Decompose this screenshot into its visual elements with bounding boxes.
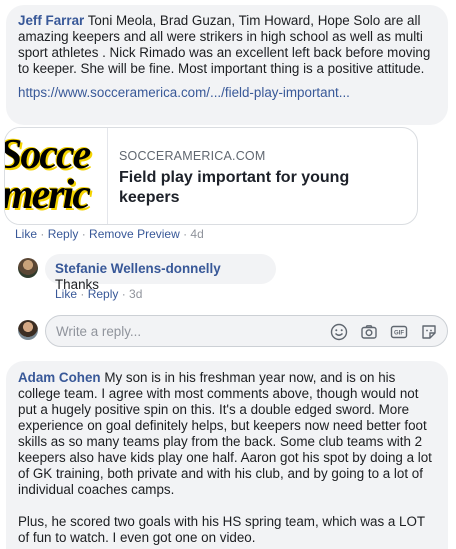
remove-preview-link[interactable]: Remove Preview: [89, 227, 180, 241]
comment-author[interactable]: Stefanie Wellens-donnelly: [55, 261, 221, 276]
separator: ·: [118, 287, 130, 301]
comment-author[interactable]: Jeff Farrar: [18, 13, 84, 28]
comment-bubble: Jeff Farrar Toni Meola, Brad Guzan, Tim …: [6, 5, 448, 125]
reply-input[interactable]: Write a reply... GIF: [45, 315, 448, 347]
separator: ·: [179, 227, 191, 241]
comment-bubble: Adam Cohen My son is in his freshman yea…: [6, 361, 448, 549]
preview-title[interactable]: Field play important for young keepers: [119, 168, 409, 208]
like-link[interactable]: Like: [15, 227, 37, 241]
sticker-icon[interactable]: [419, 322, 439, 342]
thumbnail-logo-line2: meric: [5, 172, 91, 218]
comment-text: My son is in his freshman year now, and …: [18, 370, 432, 497]
gif-label: GIF: [394, 331, 404, 337]
camera-icon[interactable]: [359, 322, 379, 342]
timestamp[interactable]: 4d: [190, 227, 203, 241]
reply-link[interactable]: Reply: [48, 227, 79, 241]
separator: ·: [37, 227, 48, 241]
comment-paragraph: Adam Cohen My son is in his freshman yea…: [18, 370, 436, 498]
comment-actions: Like · Reply · Remove Preview · 4d: [15, 227, 204, 241]
reply-placeholder: Write a reply...: [56, 324, 142, 339]
comment-paragraph: Plus, he scored two goals with his HS sp…: [18, 514, 425, 545]
emoji-icon[interactable]: [329, 322, 349, 342]
reply-link[interactable]: Reply: [88, 287, 119, 301]
separator: ·: [77, 287, 88, 301]
avatar[interactable]: [18, 258, 38, 278]
comment-author[interactable]: Adam Cohen: [18, 370, 101, 385]
avatar: [18, 320, 38, 340]
like-link[interactable]: Like: [55, 287, 77, 301]
preview-domain: SOCCERAMERICA.COM: [119, 149, 266, 163]
separator: ·: [78, 227, 90, 241]
gif-icon[interactable]: GIF: [389, 322, 409, 342]
preview-thumbnail[interactable]: Socce meric: [5, 128, 108, 224]
comment-body: Jeff Farrar Toni Meola, Brad Guzan, Tim …: [18, 13, 436, 77]
reply-bubble: Stefanie Wellens-donnelly Thanks: [45, 254, 276, 292]
thumbnail-logo-line1: Socce: [5, 132, 91, 178]
comment-link[interactable]: https://www.socceramerica.com/.../field-…: [18, 85, 436, 101]
link-preview-card[interactable]: Socce meric SOCCERAMERICA.COM Field play…: [4, 127, 418, 225]
reply-actions: Like · Reply · 3d: [55, 287, 142, 301]
timestamp[interactable]: 3d: [129, 287, 142, 301]
